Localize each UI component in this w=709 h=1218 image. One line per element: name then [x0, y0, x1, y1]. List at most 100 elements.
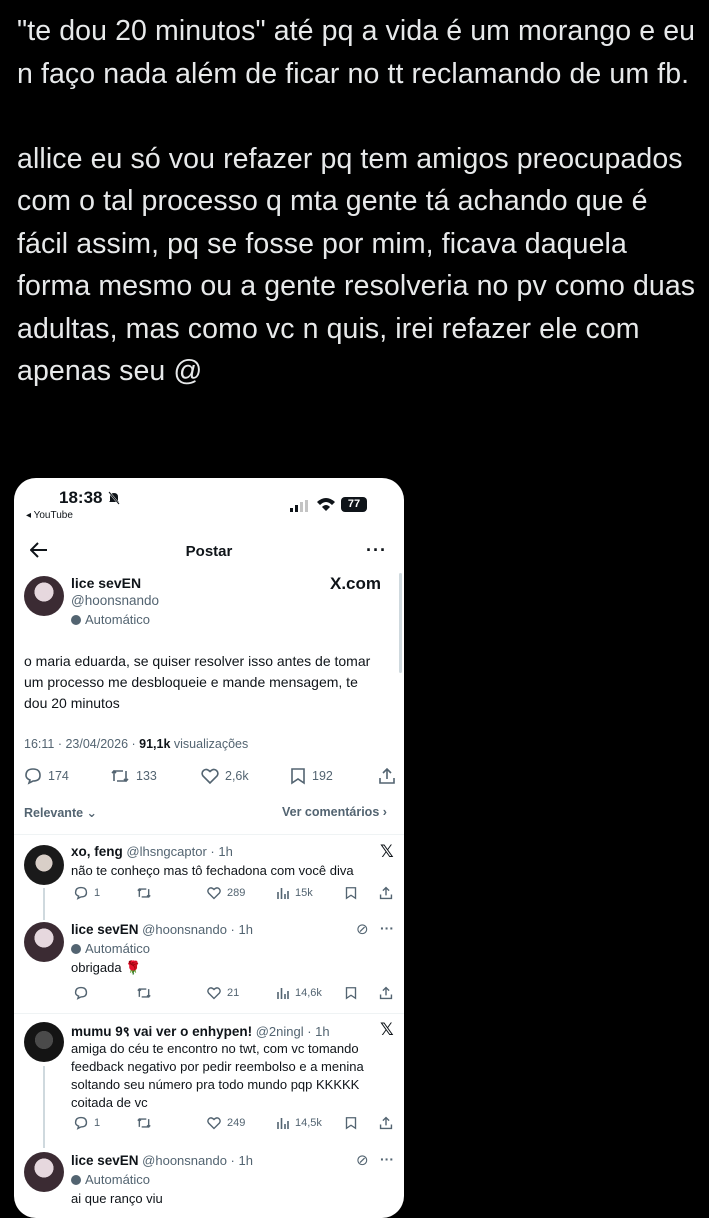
- tweet-text: "te dou 20 minutos" até pq a vida é um m…: [17, 15, 696, 387]
- reply-count: 174: [48, 769, 69, 783]
- author-handle[interactable]: @hoonsnando: [71, 593, 159, 608]
- heart-icon: [207, 1117, 221, 1130]
- reply-icon: [74, 886, 88, 900]
- reply-header: mumu 9९ vai ver o enhypen! @2ningl · 1h: [71, 1022, 330, 1040]
- reply-icon[interactable]: [74, 986, 88, 1000]
- post-text: o maria eduarda, se quiser resolver isso…: [24, 653, 371, 711]
- chevron-down-icon: ⌄: [86, 806, 98, 820]
- automated-text: Automático: [85, 941, 151, 956]
- thread-line: [43, 888, 45, 920]
- reply-count: 1: [94, 887, 101, 899]
- automated-label: Automático: [71, 612, 150, 627]
- views-button[interactable]: 15k: [277, 886, 313, 900]
- bot-icon: [71, 614, 81, 625]
- like-count: 2,6k: [225, 769, 249, 783]
- reply-icon: [74, 1116, 88, 1130]
- avatar[interactable]: [24, 845, 64, 885]
- reply-author[interactable]: lice sevEN: [71, 1153, 139, 1168]
- reply-text: obrigada 🌹: [71, 960, 142, 975]
- bookmark-count: 192: [312, 769, 333, 783]
- share-icon[interactable]: [379, 886, 393, 900]
- share-icon[interactable]: [378, 767, 396, 785]
- like-button[interactable]: 2,6k: [201, 767, 249, 785]
- back-to-app[interactable]: ◂ YouTube: [26, 510, 73, 521]
- like-button[interactable]: 249: [207, 1116, 245, 1130]
- sort-label: Relevante: [24, 806, 84, 820]
- heart-icon: [207, 987, 221, 1000]
- avatar[interactable]: [24, 1152, 64, 1192]
- battery-icon: 77: [341, 497, 367, 512]
- like-button[interactable]: 289: [207, 886, 245, 900]
- post-meta: 16:11 · 23/04/2026 · 91,1k visualizações: [24, 737, 248, 751]
- reply-button[interactable]: 1: [74, 886, 100, 900]
- scrollbar[interactable]: [399, 573, 402, 673]
- reply-text: não te conheço mas tô fechadona com você…: [71, 863, 354, 878]
- retweet-icon[interactable]: [136, 1116, 152, 1130]
- chevron-right-icon: ›: [382, 805, 387, 819]
- view-count: 15k: [295, 887, 313, 899]
- reply-count: 1: [94, 1117, 101, 1129]
- avatar[interactable]: [24, 922, 64, 962]
- view-count: 14,5k: [295, 1117, 322, 1129]
- heart-icon: [201, 768, 219, 785]
- automated-badge-icon: ⊘: [356, 921, 369, 938]
- like-button[interactable]: 21: [207, 986, 239, 1000]
- views-icon: [277, 988, 289, 999]
- view-comments[interactable]: Ver comentários ›: [282, 805, 387, 819]
- share-icon[interactable]: [379, 1116, 393, 1130]
- reply-handle[interactable]: @hoonsnando · 1h: [142, 1153, 253, 1168]
- reply-author[interactable]: mumu 9९ vai ver o enhypen!: [71, 1024, 252, 1039]
- reply-author[interactable]: lice sevEN: [71, 922, 139, 937]
- bell-mute-icon: [108, 491, 120, 505]
- share-icon[interactable]: [379, 986, 393, 1000]
- bot-icon: [71, 943, 81, 954]
- x-icon: 𝕏: [380, 842, 394, 861]
- more-icon[interactable]: ···: [380, 1151, 394, 1167]
- x-icon: 𝕏: [380, 1020, 394, 1039]
- reply-header: xo, feng @lhsngcaptor · 1h: [71, 844, 233, 859]
- retweet-icon[interactable]: [136, 886, 152, 900]
- reply-text: amiga do céu te encontro no twt, com vc …: [71, 1041, 364, 1110]
- view-count: 14,6k: [295, 987, 322, 999]
- like-count: 289: [227, 887, 246, 899]
- thread-line: [43, 1066, 45, 1148]
- automated-text: Automático: [85, 1172, 151, 1187]
- heart-icon: [207, 887, 221, 900]
- reply-header: lice sevEN @hoonsnando · 1h: [71, 922, 253, 937]
- views-icon: [277, 888, 289, 899]
- retweet-count: 133: [136, 769, 157, 783]
- divider: [14, 834, 404, 835]
- bookmark-button[interactable]: 192: [290, 767, 333, 785]
- avatar[interactable]: [24, 576, 64, 616]
- reply-button[interactable]: 1: [74, 1116, 100, 1130]
- bookmark-icon[interactable]: [345, 886, 357, 900]
- view-count: 91,1k: [139, 737, 171, 751]
- sort-relevant[interactable]: Relevante ⌄: [24, 805, 97, 820]
- post-time: 16:11 · 23/04/2026 ·: [24, 737, 140, 751]
- reply-handle[interactable]: @lhsngcaptor · 1h: [126, 844, 232, 859]
- reply-icon: [25, 768, 41, 785]
- like-count: 21: [227, 987, 240, 999]
- view-comments-label: Ver comentários: [282, 805, 380, 819]
- automated-text: Automático: [85, 612, 151, 627]
- views-icon: [277, 1118, 289, 1129]
- author-name[interactable]: lice sevEN: [71, 575, 141, 591]
- views-button[interactable]: 14,6k: [277, 986, 322, 1000]
- more-icon[interactable]: ···: [366, 540, 387, 561]
- reply-author[interactable]: xo, feng: [71, 844, 123, 859]
- avatar[interactable]: [24, 1022, 64, 1062]
- embedded-screenshot: 18:38 ◂ YouTube 77 Postar ··· lice sevEN…: [14, 478, 404, 1218]
- retweet-button[interactable]: 133: [110, 767, 157, 785]
- reply-handle[interactable]: @hoonsnando · 1h: [142, 922, 253, 937]
- reply-handle[interactable]: @2ningl · 1h: [256, 1024, 330, 1039]
- automated-label: Automático: [71, 1172, 150, 1187]
- signal-icon: [290, 500, 308, 512]
- bookmark-icon[interactable]: [345, 1116, 357, 1130]
- reply-header: lice sevEN @hoonsnando · 1h: [71, 1153, 253, 1168]
- bookmark-icon[interactable]: [345, 986, 357, 1000]
- view-label: visualizações: [170, 737, 249, 751]
- reply-button[interactable]: 174: [24, 767, 69, 785]
- retweet-icon[interactable]: [136, 986, 152, 1000]
- more-icon[interactable]: ···: [380, 920, 394, 936]
- views-button[interactable]: 14,5k: [277, 1116, 322, 1130]
